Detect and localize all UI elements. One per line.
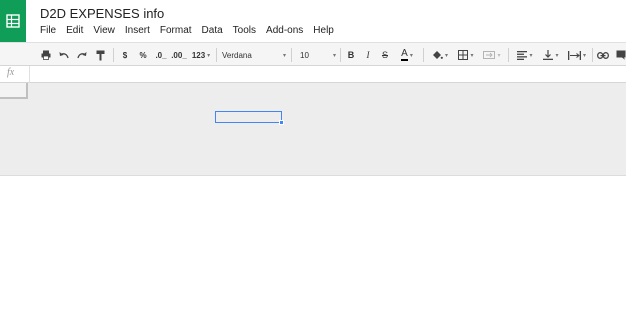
- vertical-align-bottom-icon: [543, 50, 554, 60]
- fill-handle[interactable]: [279, 120, 284, 125]
- increase-decimals-button[interactable]: .00_: [171, 47, 187, 63]
- align-left-icon: [517, 50, 528, 60]
- menu-insert[interactable]: Insert: [125, 25, 150, 36]
- document-title[interactable]: D2D EXPENSES info: [40, 6, 164, 21]
- text-overflow-icon: [567, 50, 581, 60]
- toolbar-divider: [216, 48, 217, 62]
- chevron-down-icon: ▾: [555, 52, 559, 59]
- print-icon[interactable]: [40, 47, 52, 63]
- more-formats-label: 123: [191, 50, 206, 60]
- menu-bar: File Edit View Insert Format Data Tools …: [40, 25, 344, 36]
- borders-icon: [458, 50, 469, 60]
- chevron-down-icon: ▾: [470, 52, 474, 59]
- text-color-button[interactable]: A ▾: [396, 47, 418, 63]
- italic-button[interactable]: I: [363, 47, 373, 63]
- toolbar-divider: [423, 48, 424, 62]
- active-cell[interactable]: [215, 111, 282, 123]
- insert-comment-icon[interactable]: [616, 47, 626, 63]
- menu-view[interactable]: View: [93, 25, 115, 36]
- toolbar-divider: [113, 48, 114, 62]
- font-family-value: Verdana: [222, 50, 252, 60]
- bold-button[interactable]: B: [346, 47, 356, 63]
- menu-format[interactable]: Format: [160, 25, 192, 36]
- toolbar-divider: [340, 48, 341, 62]
- sheet-grid[interactable]: [0, 83, 626, 176]
- vertical-align-button[interactable]: ▾: [540, 47, 562, 63]
- toolbar: $ % .0_ .00_ 123 ▾ Verdana ▾ 10 ▾ B I S A ▾ …: [0, 42, 626, 66]
- toolbar-divider: [592, 48, 593, 62]
- menu-edit[interactable]: Edit: [66, 25, 83, 36]
- decrease-decimals-button[interactable]: .0_: [154, 47, 168, 63]
- insert-link-icon[interactable]: [596, 47, 610, 63]
- menu-file[interactable]: File: [40, 25, 56, 36]
- horizontal-align-button[interactable]: ▾: [514, 47, 536, 63]
- menu-data[interactable]: Data: [202, 25, 223, 36]
- font-size-value: 10: [300, 50, 309, 60]
- merge-cells-button[interactable]: ▾: [481, 47, 503, 63]
- spreadsheet-app: D2D EXPENSES info File Edit View Insert …: [0, 0, 626, 309]
- merge-cells-icon: [483, 51, 496, 59]
- menu-help[interactable]: Help: [313, 25, 334, 36]
- text-color-label: A: [401, 48, 408, 61]
- strikethrough-button[interactable]: S: [380, 47, 390, 63]
- font-size-select[interactable]: 10 ▾: [300, 47, 336, 63]
- font-family-select[interactable]: Verdana ▾: [222, 47, 286, 63]
- chevron-down-icon: ▾: [207, 52, 211, 59]
- toolbar-divider: [291, 48, 292, 62]
- formula-bar-divider: [29, 66, 30, 83]
- select-all-corner[interactable]: [0, 83, 28, 99]
- borders-button[interactable]: ▾: [455, 47, 477, 63]
- sheets-logo-icon[interactable]: [0, 0, 26, 42]
- formula-bar: fx: [0, 66, 626, 83]
- fill-color-button[interactable]: ▾: [429, 47, 451, 63]
- redo-icon[interactable]: [76, 47, 88, 63]
- formula-input[interactable]: [31, 67, 623, 82]
- chevron-down-icon: ▾: [444, 52, 448, 59]
- menu-tools[interactable]: Tools: [233, 25, 256, 36]
- chevron-down-icon: ▾: [582, 52, 586, 59]
- toolbar-divider: [508, 48, 509, 62]
- chevron-down-icon: ▾: [332, 52, 336, 59]
- chevron-down-icon: ▾: [529, 52, 533, 59]
- menu-add-ons[interactable]: Add-ons: [266, 25, 303, 36]
- percent-button[interactable]: %: [138, 47, 148, 63]
- fx-icon: fx: [7, 67, 15, 78]
- currency-button[interactable]: $: [120, 47, 130, 63]
- undo-icon[interactable]: [58, 47, 70, 63]
- fill-color-icon: [432, 51, 443, 59]
- text-wrapping-button[interactable]: ▾: [565, 47, 589, 63]
- chevron-down-icon: ▾: [497, 52, 501, 59]
- more-formats-button[interactable]: 123 ▾: [190, 47, 212, 63]
- chevron-down-icon: ▾: [409, 52, 413, 59]
- chevron-down-icon: ▾: [282, 52, 286, 59]
- paint-format-icon[interactable]: [94, 47, 106, 63]
